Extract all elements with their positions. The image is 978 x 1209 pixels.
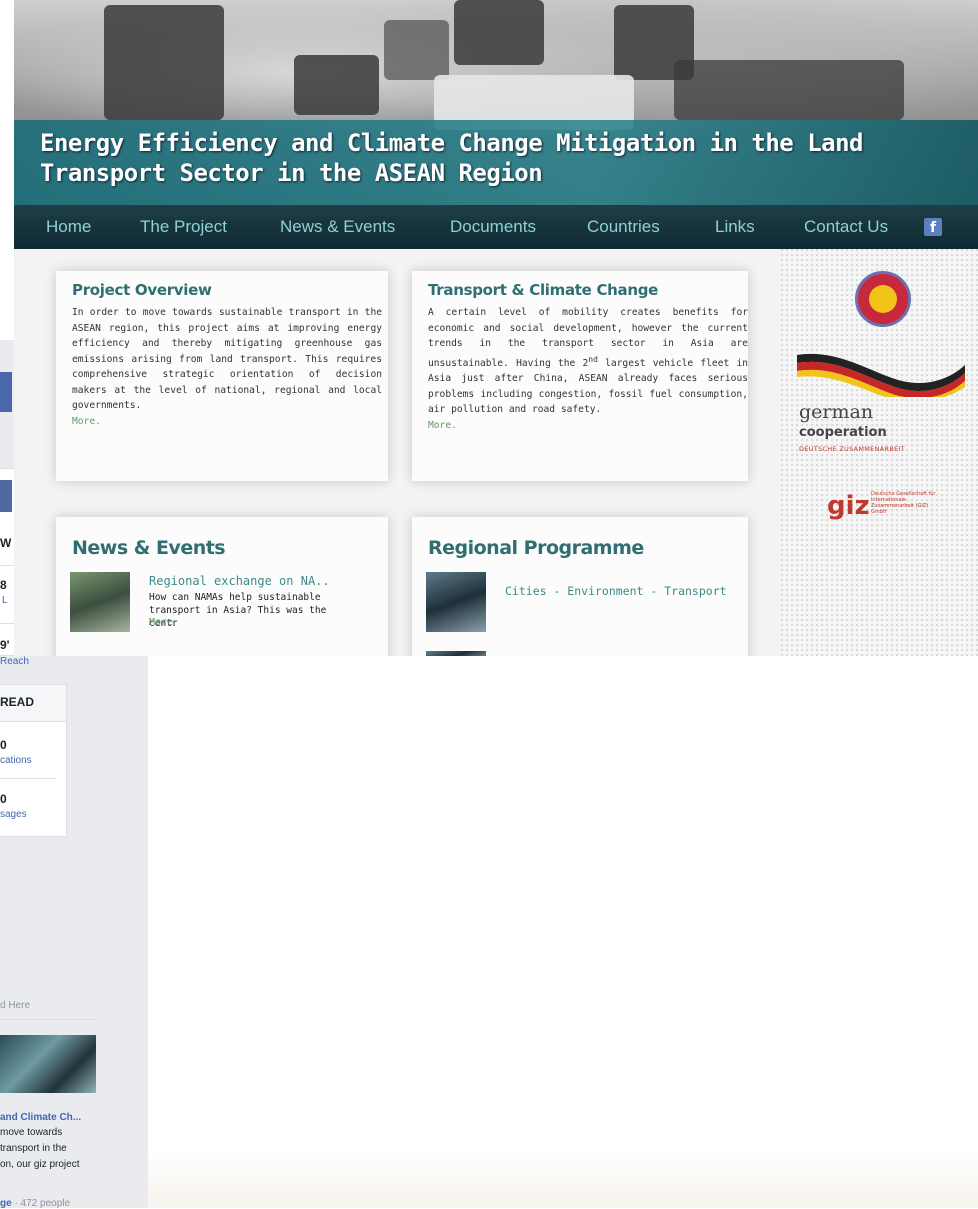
website-screenshot: Energy Efficiency and Climate Change Mit…: [14, 0, 978, 656]
german-flag-ribbon-icon: [797, 353, 965, 397]
nav-documents[interactable]: Documents: [450, 217, 536, 237]
german-cooperation-word: german: [799, 401, 874, 423]
fb-post-line: on, our giz project: [0, 1159, 80, 1170]
car-shape: [384, 20, 449, 80]
facebook-blue-bar: [0, 480, 12, 512]
deutsche-zusammenarbeit-text: DEUTSCHE ZUSAMMENARBEIT: [799, 445, 905, 453]
site-title: Energy Efficiency and Climate Change Mit…: [40, 129, 864, 187]
regional-programme-box: Regional Programme Cities - Environment …: [412, 517, 748, 656]
fb-post-thumbnail[interactable]: [0, 1035, 96, 1093]
partner-logos-sidebar: german cooperation DEUTSCHE ZUSAMMENARBE…: [781, 249, 978, 656]
project-overview-box: Project Overview In order to move toward…: [56, 271, 388, 481]
fb-reach-count: 9': [0, 638, 10, 652]
fb-post-line: transport in the: [0, 1143, 67, 1154]
bottom-fade: [148, 1150, 978, 1208]
nav-news-events[interactable]: News & Events: [280, 217, 395, 237]
nav-links[interactable]: Links: [715, 217, 755, 237]
project-overview-text: In order to move towards sustainable tra…: [72, 307, 382, 427]
transport-climate-text: A certain level of mobility creates bene…: [428, 307, 749, 431]
fb-row-letter: W: [0, 536, 12, 550]
fb-reach-label[interactable]: Reach: [0, 656, 29, 667]
transport-climate-box: Transport & Climate Change A certain lev…: [412, 271, 748, 481]
news-more-link[interactable]: More: [149, 617, 173, 628]
bus-shape: [104, 5, 224, 120]
fb-post-line: move towards: [0, 1127, 63, 1138]
fb-likes-label[interactable]: L: [2, 595, 8, 606]
giz-full-name: Deutsche Gesellschaft für Internationale…: [871, 491, 936, 515]
motorbikes-shape: [674, 60, 904, 120]
cooperation-word: cooperation: [799, 425, 887, 440]
programme-thumbnail[interactable]: [426, 651, 486, 656]
giz-logo: giz: [827, 491, 870, 521]
nav-countries[interactable]: Countries: [587, 217, 660, 237]
transport-climate-more-link[interactable]: More.: [428, 420, 457, 431]
fb-read-label: READ: [0, 695, 35, 709]
nav-contact-us[interactable]: Contact Us: [804, 217, 888, 237]
divider: [0, 778, 56, 779]
news-events-heading: News & Events: [72, 537, 226, 559]
fb-section-label: d Here: [0, 1000, 31, 1011]
programme-item-title[interactable]: Cities - Environment - Transport: [505, 584, 727, 598]
fb-post-title[interactable]: and Climate Ch...: [0, 1112, 81, 1123]
fb-notifications-count: 0: [0, 738, 7, 752]
truck-shape: [454, 0, 544, 65]
fb-likes-count: 8: [0, 578, 7, 592]
content-area: Project Overview In order to move toward…: [14, 249, 781, 656]
nav-home[interactable]: Home: [46, 217, 91, 237]
news-events-box: News & Events Regional exchange on NA.. …: [56, 517, 388, 656]
facebook-cover-strip: [0, 372, 12, 412]
fb-messages-count: 0: [0, 792, 7, 806]
asean-logo: [855, 271, 911, 327]
news-item-title[interactable]: Regional exchange on NA..: [149, 574, 330, 588]
project-overview-more-link[interactable]: More.: [72, 416, 101, 427]
transport-climate-heading: Transport & Climate Change: [428, 281, 659, 299]
regional-programme-heading: Regional Programme: [428, 537, 644, 559]
project-overview-heading: Project Overview: [72, 281, 212, 299]
divider: [0, 1019, 96, 1020]
facebook-icon[interactable]: f: [924, 218, 942, 236]
fb-notifications-link[interactable]: cations: [0, 755, 32, 766]
fb-messages-link[interactable]: sages: [0, 809, 27, 820]
fb-post-footer: ge · 472 people: [0, 1198, 71, 1209]
car-shape: [294, 55, 379, 115]
programme-thumbnail[interactable]: [426, 572, 486, 632]
news-item-description: How can NAMAs help sustainable transport…: [149, 592, 327, 629]
nav-the-project[interactable]: The Project: [140, 217, 227, 237]
news-thumbnail[interactable]: [70, 572, 130, 632]
